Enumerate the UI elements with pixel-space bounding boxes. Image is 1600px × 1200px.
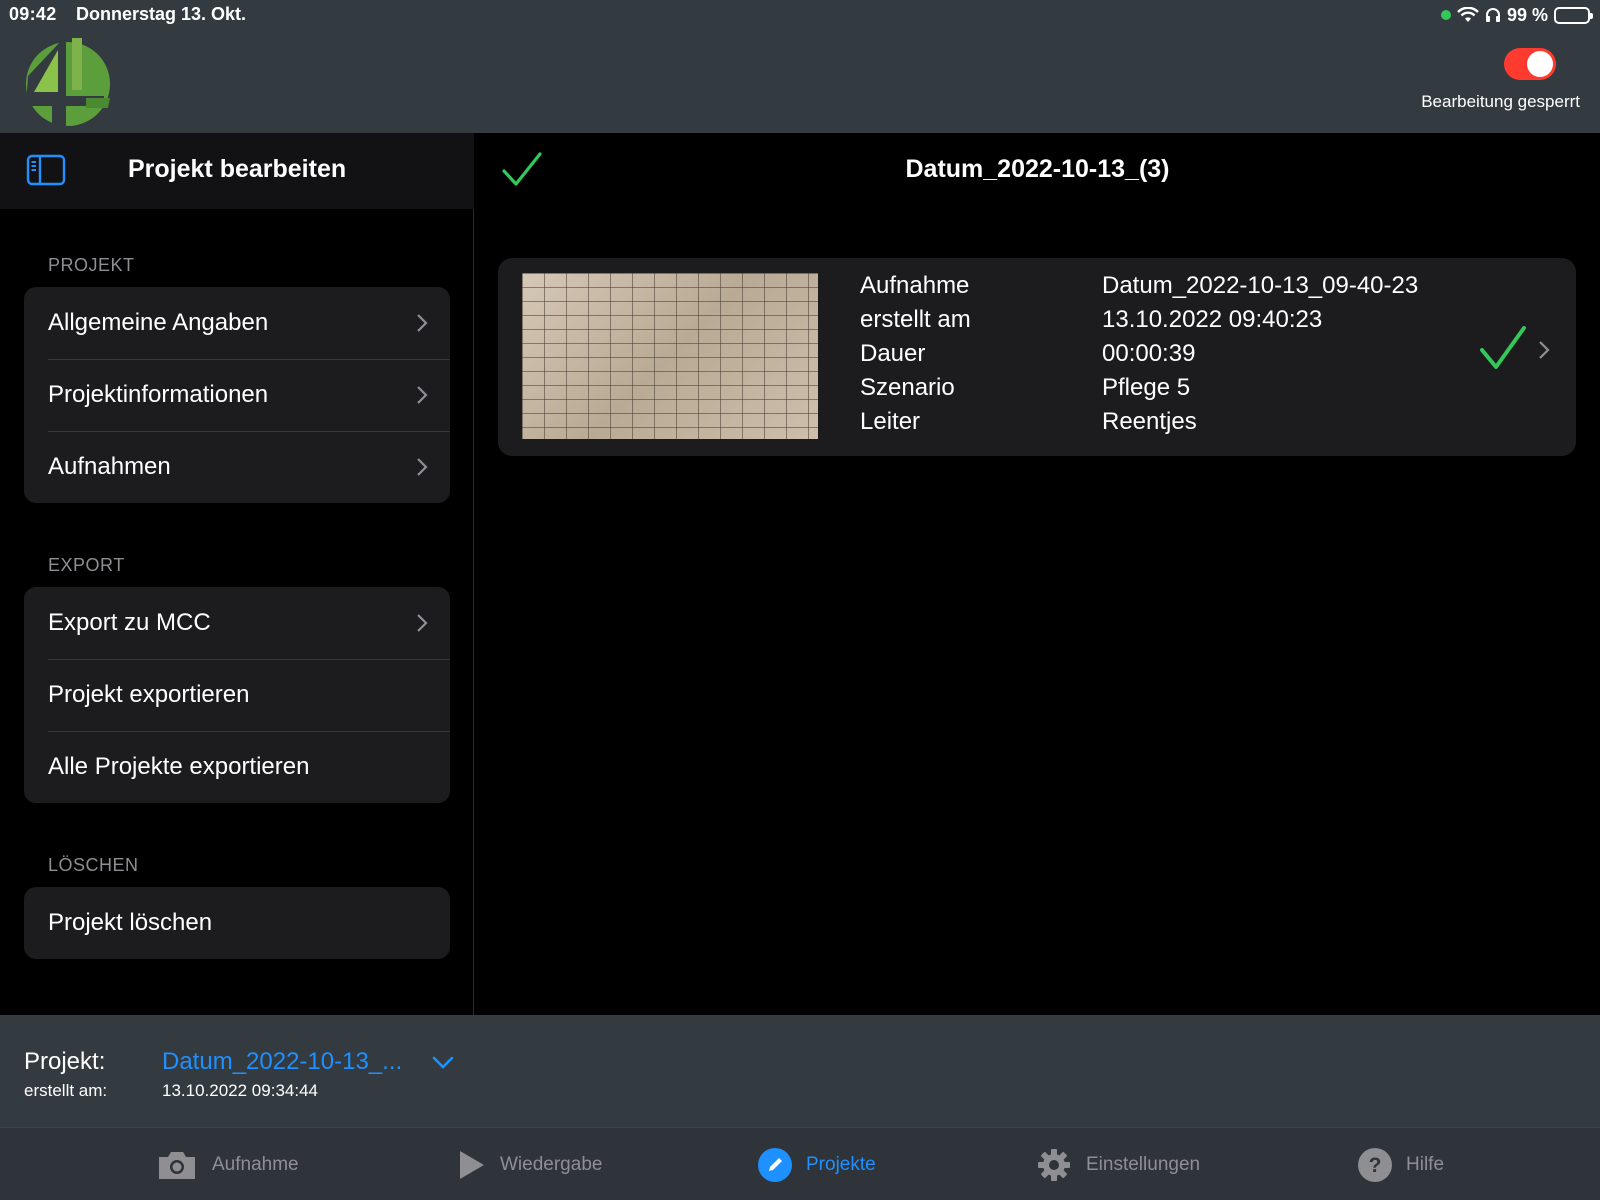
sidebar-header: Projekt bearbeiten	[0, 133, 474, 209]
chevron-right-icon	[417, 314, 428, 332]
battery-icon	[1554, 6, 1593, 24]
field-label: Szenario	[860, 374, 955, 401]
tab-einstellungen[interactable]: Einstellungen	[1036, 1148, 1200, 1182]
menu-item-export-zu-mcc[interactable]: Export zu MCC	[24, 587, 450, 659]
chevron-right-icon	[417, 614, 428, 632]
play-icon	[460, 1151, 484, 1179]
gear-icon	[1038, 1149, 1070, 1181]
menu-item-allgemeine-angaben[interactable]: Allgemeine Angaben	[24, 287, 450, 359]
recording-field-values: Datum_2022-10-13_09-40-23 13.10.2022 09:…	[1102, 271, 1418, 441]
menu-item-projektinformationen[interactable]: Projektinformationen	[24, 359, 450, 431]
menu-item-label: Projektinformationen	[48, 381, 269, 408]
group-export: Export zu MCC Projekt exportieren Alle P…	[24, 587, 450, 803]
tab-label: Aufnahme	[212, 1154, 299, 1175]
project-selector[interactable]: Datum_2022-10-13_...	[162, 1048, 402, 1076]
field-label: Aufnahme	[860, 272, 970, 299]
recording-card[interactable]: Aufnahme erstellt am Dauer Szenario Leit…	[498, 258, 1576, 456]
edit-lock-toggle[interactable]	[1504, 48, 1556, 80]
menu-item-label: Allgemeine Angaben	[48, 309, 269, 336]
sidebar: Projekt bearbeiten PROJEKT Allgemeine An…	[0, 133, 474, 1015]
help-icon: ?	[1358, 1148, 1392, 1182]
field-label: Leiter	[860, 408, 921, 435]
project-created-label: erstellt am:	[24, 1081, 108, 1100]
status-indicators: 99 %	[1440, 4, 1593, 26]
section-label-loeschen: LÖSCHEN	[48, 855, 139, 875]
status-date: Donnerstag 13. Okt.	[76, 4, 247, 24]
chevron-right-icon	[417, 386, 428, 404]
tab-aufnahme[interactable]: Aufnahme	[156, 1148, 299, 1182]
field-value: 13.10.2022 09:40:23	[1102, 306, 1323, 333]
menu-item-label: Projekt löschen	[48, 909, 213, 936]
battery-percent: 99 %	[1506, 4, 1548, 25]
section-label-export: EXPORT	[48, 555, 125, 575]
menu-item-aufnahmen[interactable]: Aufnahmen	[24, 431, 450, 503]
tab-label: Hilfe	[1406, 1154, 1445, 1175]
chevron-down-icon[interactable]	[432, 1056, 454, 1070]
group-projekt: Allgemeine Angaben Projektinformationen …	[24, 287, 450, 503]
top-bar: 09:42 Donnerstag 13. Okt. 99 % Bearbeitu…	[0, 0, 1600, 133]
camera-icon	[159, 1152, 195, 1179]
field-label: erstellt am	[860, 306, 971, 333]
tab-hilfe[interactable]: ? Hilfe	[1358, 1148, 1444, 1182]
field-value: Datum_2022-10-13_09-40-23	[1102, 272, 1419, 299]
menu-item-projekt-exportieren[interactable]: Projekt exportieren	[24, 659, 450, 731]
tab-bar: Aufnahme Wiedergabe Projekte Einstellung…	[0, 1127, 1600, 1200]
menu-item-projekt-loeschen[interactable]: Projekt löschen	[24, 887, 450, 959]
edit-lock-label: Bearbeitung gesperrt	[1421, 92, 1580, 111]
menu-item-label: Export zu MCC	[48, 609, 211, 636]
tab-label: Einstellungen	[1086, 1154, 1201, 1175]
project-label: Projekt:	[24, 1048, 106, 1075]
status-time: 09:42	[9, 4, 57, 24]
group-loeschen: Projekt löschen	[24, 887, 450, 959]
section-label-projekt: PROJEKT	[48, 255, 135, 275]
project-created-value: 13.10.2022 09:34:44	[162, 1081, 318, 1100]
field-value: 00:00:39	[1102, 340, 1196, 367]
menu-item-label: Alle Projekte exportieren	[48, 753, 310, 780]
chevron-right-icon	[417, 458, 428, 476]
menu-item-label: Projekt exportieren	[48, 681, 250, 708]
svg-text:?: ?	[1369, 1154, 1382, 1177]
sidebar-title: Projekt bearbeiten	[128, 155, 347, 183]
tab-label: Projekte	[806, 1154, 876, 1175]
menu-item-label: Aufnahmen	[48, 453, 171, 480]
wifi-icon	[1457, 7, 1479, 22]
tab-wiedergabe[interactable]: Wiedergabe	[458, 1148, 602, 1182]
mic-indicator-icon	[1440, 10, 1451, 20]
tab-projekte[interactable]: Projekte	[758, 1148, 876, 1182]
sidebar-toggle-icon[interactable]	[26, 153, 66, 187]
recording-field-labels: Aufnahme erstellt am Dauer Szenario Leit…	[860, 271, 971, 441]
menu-item-alle-projekte-exportieren[interactable]: Alle Projekte exportieren	[24, 731, 450, 803]
app-logo	[26, 38, 110, 128]
checkmark-icon	[1480, 326, 1526, 369]
field-value: Reentjes	[1102, 408, 1197, 435]
main-header: Datum_2022-10-13_(3)	[475, 133, 1600, 209]
field-label: Dauer	[860, 340, 926, 367]
chevron-right-icon	[1539, 341, 1550, 359]
page-title: Datum_2022-10-13_(3)	[905, 155, 1170, 183]
field-value: Pflege 5	[1102, 374, 1191, 401]
tab-label: Wiedergabe	[500, 1154, 603, 1175]
recording-thumbnail	[522, 273, 818, 439]
pencil-icon	[758, 1148, 792, 1182]
headphones-icon	[1485, 8, 1500, 22]
project-bar: Projekt: Datum_2022-10-13_... erstellt a…	[0, 1015, 1600, 1127]
